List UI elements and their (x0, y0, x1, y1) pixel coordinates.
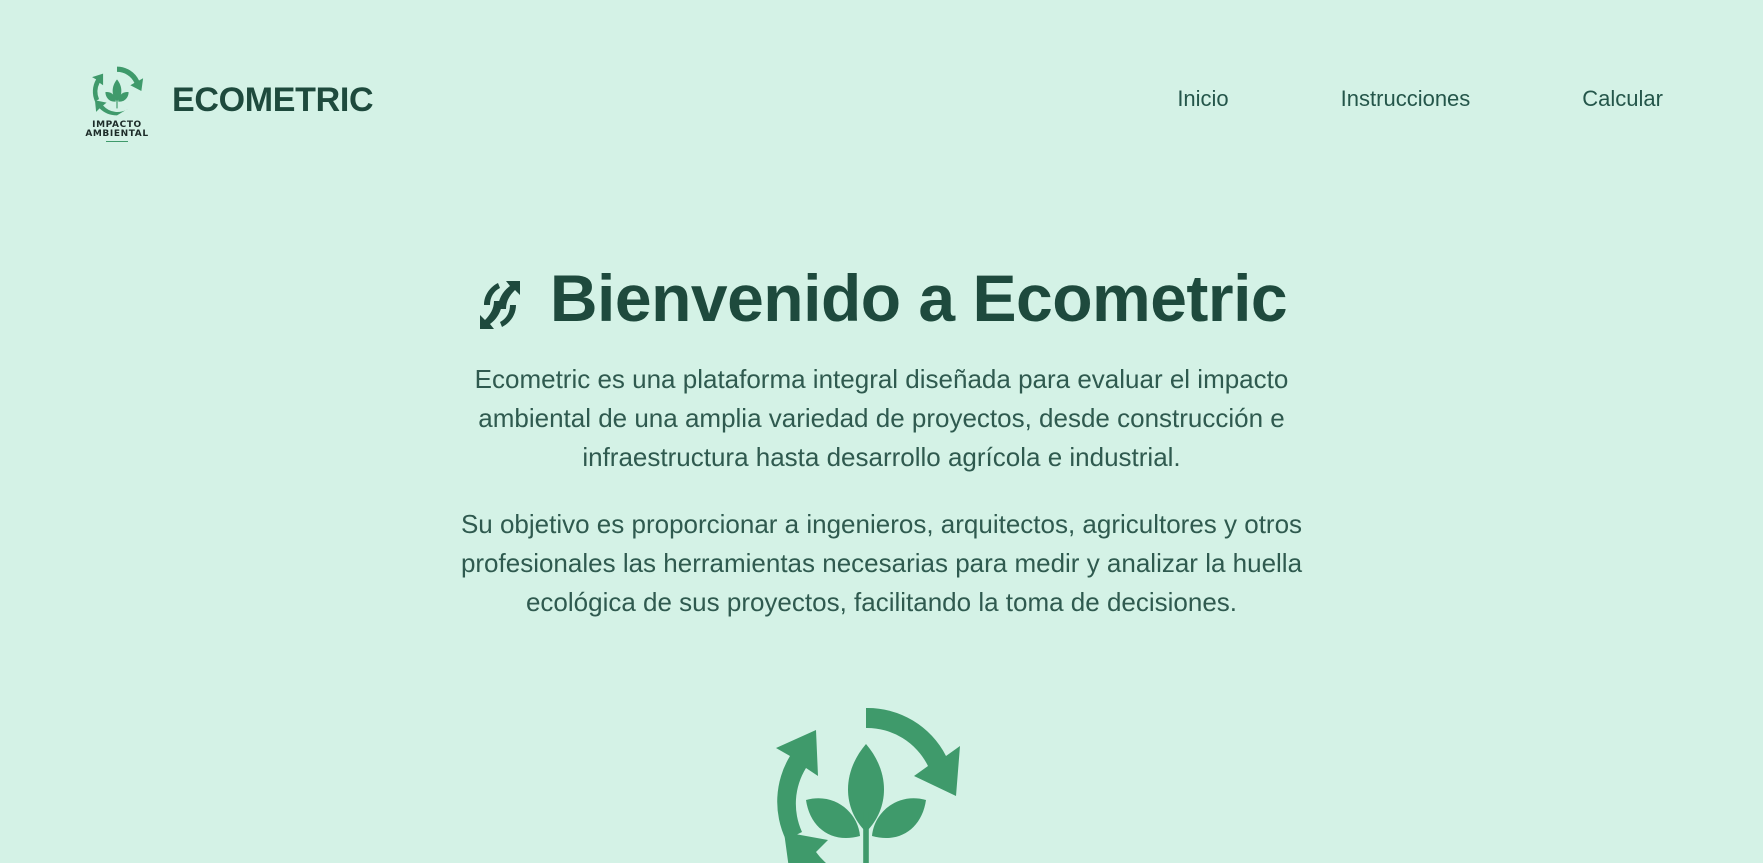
home-logo-link[interactable]: IMPACTO AMBIENTAL ECOMETRIC (82, 62, 374, 144)
nav-link-inicio[interactable]: Inicio (1177, 86, 1228, 112)
brand-name[interactable]: ECOMETRIC (172, 81, 374, 120)
logo-caption: IMPACTO AMBIENTAL (85, 121, 148, 139)
hero-section: Bienvenido a Ecometric Ecometric es una … (0, 258, 1763, 622)
hero-leaf-recycle-logo-icon (766, 700, 966, 863)
logo-caption-rule (106, 141, 128, 142)
page-title: Bienvenido a Ecometric (476, 258, 1288, 338)
logo-caption-line2: AMBIENTAL (85, 129, 149, 139)
nav-link-instrucciones[interactable]: Instrucciones (1341, 86, 1471, 112)
page-title-text: Bienvenido a Ecometric (549, 261, 1288, 335)
site-header: IMPACTO AMBIENTAL ECOMETRIC Inicio Instr… (0, 0, 1763, 200)
leaf-recycle-logo-icon: IMPACTO AMBIENTAL (82, 62, 152, 144)
objective-paragraph: Su objetivo es proporcionar a ingenieros… (460, 509, 1303, 617)
recycle-arrows-icon (476, 270, 524, 329)
page: IMPACTO AMBIENTAL ECOMETRIC Inicio Instr… (0, 0, 1763, 863)
nav-link-calcular[interactable]: Calcular (1582, 86, 1663, 112)
intro-paragraph: Ecometric es una plataforma integral dis… (474, 364, 1289, 472)
main-nav: Inicio Instrucciones Calcular (1177, 86, 1663, 112)
